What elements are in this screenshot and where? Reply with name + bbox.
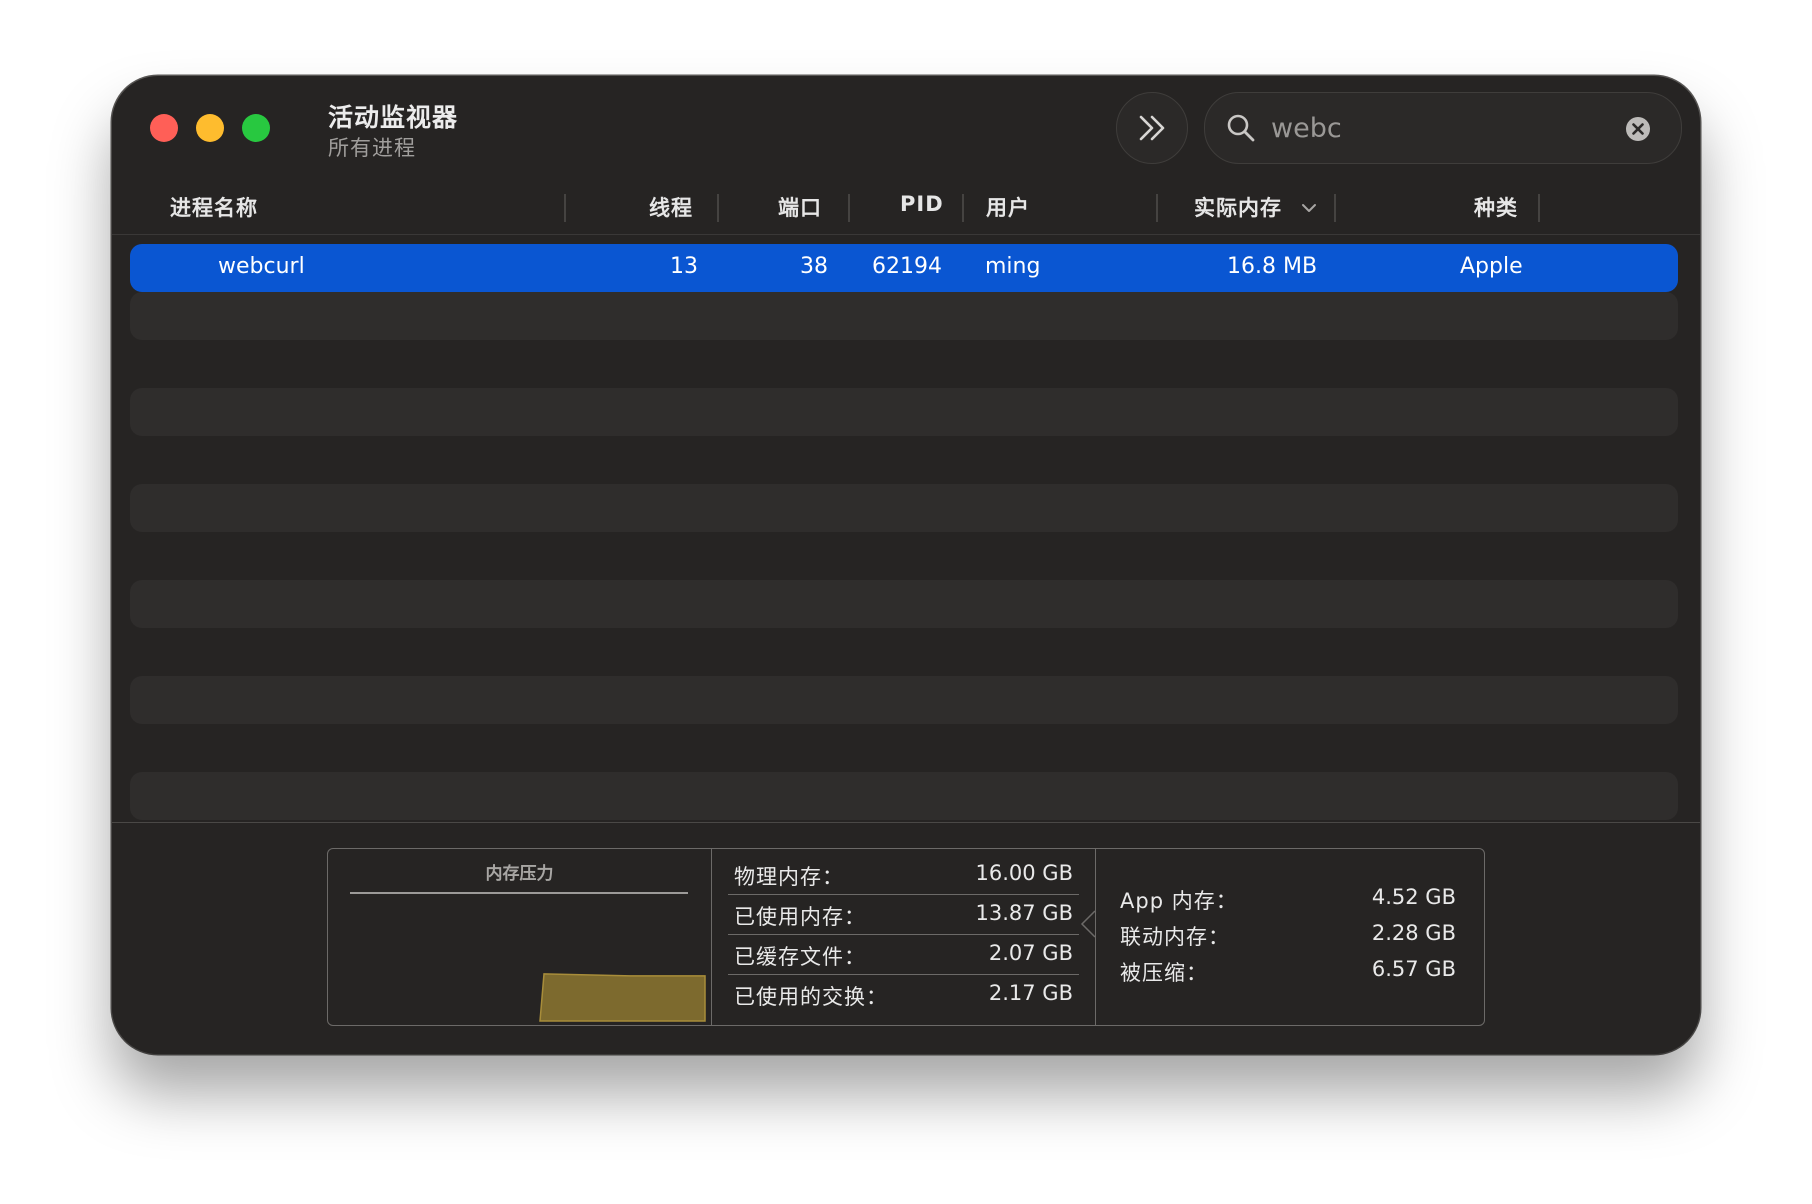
column-header-ports[interactable]: 端口 — [778, 192, 822, 222]
stat-label: 物理内存： — [734, 865, 844, 889]
stat-label: 已使用的交换： — [734, 985, 888, 1009]
column-divider[interactable] — [564, 194, 566, 222]
stat-row-physical-memory: 物理内存： 16.00 GB — [728, 855, 1079, 895]
memory-breakdown-list: App 内存： 4.52 GB 联动内存： 2.28 GB 被压缩： 6.57 … — [1096, 849, 1484, 1025]
stat-label: 已缓存文件： — [734, 945, 866, 969]
stat-row-app-memory: App 内存： 4.52 GB — [1120, 885, 1456, 919]
column-divider[interactable] — [1538, 194, 1540, 222]
sort-descending-chevron-icon — [1302, 204, 1316, 212]
cell-threads: 13 — [670, 254, 698, 279]
stat-row-used-memory: 已使用内存： 13.87 GB — [728, 895, 1079, 935]
column-header-kind[interactable]: 种类 — [1474, 192, 1518, 222]
stat-row-compressed: 被压缩： 6.57 GB — [1120, 957, 1456, 991]
stat-value: 2.07 GB — [988, 941, 1073, 965]
stat-label: App 内存： — [1120, 889, 1238, 913]
stat-label: 已使用内存： — [734, 905, 866, 929]
double-chevron-right-icon — [1139, 115, 1165, 141]
column-divider[interactable] — [1156, 194, 1158, 222]
column-divider[interactable] — [717, 194, 719, 222]
table-header: 进程名称 线程 端口 PID 用户 实际内存 种类 — [112, 180, 1700, 235]
stat-row-cached-files: 已缓存文件： 2.07 GB — [728, 935, 1079, 975]
stat-label: 联动内存： — [1120, 925, 1230, 949]
memory-pressure-fill — [539, 973, 706, 1022]
zoom-button[interactable] — [242, 114, 270, 142]
memory-pressure-graph — [539, 973, 706, 1022]
column-header-user[interactable]: 用户 — [986, 192, 1030, 222]
stat-value: 16.00 GB — [975, 861, 1073, 885]
stat-value: 13.87 GB — [975, 901, 1073, 925]
column-divider[interactable] — [1334, 194, 1336, 222]
stat-value: 4.52 GB — [1371, 885, 1456, 909]
cell-kind: Apple — [1460, 254, 1523, 279]
activity-monitor-window: 活动监视器 所有进程 进程名称 线程 端口 PI — [112, 76, 1700, 1054]
empty-row-stripe — [130, 580, 1678, 628]
empty-row-stripe — [130, 676, 1678, 724]
column-divider[interactable] — [962, 194, 964, 222]
stat-label: 被压缩： — [1120, 961, 1208, 985]
column-header-process-name[interactable]: 进程名称 — [170, 192, 258, 222]
stat-row-swap-used: 已使用的交换： 2.17 GB — [728, 975, 1079, 1014]
empty-row-stripe — [130, 484, 1678, 532]
window-title: 活动监视器 — [328, 103, 459, 132]
empty-row-stripe — [130, 388, 1678, 436]
memory-summary-panel: 内存压力 物理内存： 16.00 GB 已使用内存： 13.87 GB 已缓存文… — [112, 822, 1700, 1054]
toolbar-overflow-button[interactable] — [1116, 92, 1188, 164]
search-icon — [1227, 114, 1255, 142]
empty-row-stripe — [130, 292, 1678, 340]
column-divider[interactable] — [848, 194, 850, 222]
column-header-real-memory[interactable]: 实际内存 — [1194, 192, 1282, 222]
titlebar: 活动监视器 所有进程 — [112, 76, 1700, 180]
stat-value: 6.57 GB — [1371, 957, 1456, 981]
search-field[interactable] — [1204, 92, 1682, 164]
column-header-pid[interactable]: PID — [900, 192, 944, 216]
minimize-button[interactable] — [196, 114, 224, 142]
memory-stats-list: 物理内存： 16.00 GB 已使用内存： 13.87 GB 已缓存文件： 2.… — [712, 849, 1096, 1025]
cell-real-memory: 16.8 MB — [1227, 254, 1318, 279]
window-subtitle: 所有进程 — [328, 136, 416, 160]
cell-ports: 38 — [800, 254, 828, 279]
empty-row-stripe — [130, 772, 1678, 820]
memory-stats-box: 内存压力 物理内存： 16.00 GB 已使用内存： 13.87 GB 已缓存文… — [327, 848, 1485, 1026]
memory-pressure-section: 内存压力 — [328, 849, 712, 1025]
stat-value: 2.17 GB — [988, 981, 1073, 1005]
search-input[interactable] — [1269, 105, 1613, 151]
cell-process-name: webcurl — [218, 254, 305, 279]
clear-search-icon[interactable] — [1625, 116, 1651, 142]
close-button[interactable] — [150, 114, 178, 142]
stat-value: 2.28 GB — [1371, 921, 1456, 945]
disclosure-pointer-icon — [1080, 910, 1096, 938]
column-header-threads[interactable]: 线程 — [649, 192, 693, 222]
cell-pid: 62194 — [872, 254, 942, 279]
cell-user: ming — [985, 254, 1041, 279]
table-row[interactable]: webcurl 13 38 62194 ming 16.8 MB Apple — [130, 244, 1678, 292]
stat-row-wired-memory: 联动内存： 2.28 GB — [1120, 921, 1456, 955]
